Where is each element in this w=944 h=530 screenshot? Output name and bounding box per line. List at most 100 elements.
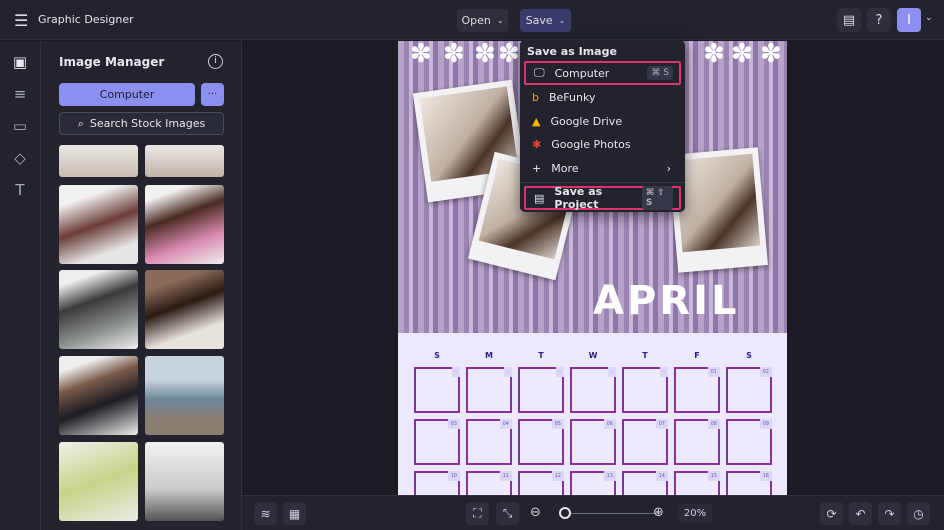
weekday-label: W (588, 351, 598, 360)
date-cell: 10 (414, 471, 460, 495)
date-cell: - (570, 367, 616, 413)
image-thumbnail[interactable] (59, 442, 138, 521)
upload-computer-button[interactable]: Computer (59, 83, 195, 106)
weekday-label: T (538, 351, 544, 360)
date-number: 05 (551, 419, 564, 429)
undo-icon[interactable]: ↶ (849, 502, 872, 525)
date-cell: 15 (674, 471, 720, 495)
date-cell: 13 (570, 471, 616, 495)
search-stock-button[interactable]: ⌕ Search Stock Images (59, 112, 224, 135)
date-number: - (452, 367, 460, 377)
panel-title: Image Manager (59, 55, 165, 69)
item-label: Google Drive (550, 114, 623, 128)
hamburger-icon[interactable]: ☰ (14, 11, 28, 30)
redo-icon[interactable]: ↷ (878, 502, 901, 525)
comment-icon[interactable]: ▤ (837, 8, 861, 32)
text-icon[interactable]: T (10, 181, 30, 201)
date-cell: 09 (726, 419, 772, 465)
help-icon[interactable]: ? (867, 8, 891, 32)
date-number: 04 (499, 419, 512, 429)
image-thumbnail[interactable] (145, 356, 224, 435)
star-icon: ✽ (443, 41, 465, 69)
adjust-icon[interactable]: ≡ (10, 85, 30, 105)
save-google-photos-item[interactable]: ✱ Google Photos (524, 132, 681, 156)
chevron-down-icon: ⌄ (558, 16, 566, 25)
date-number: 15 (707, 471, 720, 481)
monitor-icon: 🖵 (534, 66, 545, 79)
refresh-icon[interactable]: ⟳ (820, 502, 843, 525)
avatar[interactable]: I (897, 8, 921, 32)
save-computer-item[interactable]: 🖵 Computer ⌘ S (524, 61, 681, 85)
date-number: - (660, 367, 668, 377)
image-thumbnail[interactable] (59, 356, 138, 435)
zoom-slider-handle[interactable] (559, 507, 571, 519)
date-number: 01 (707, 367, 720, 377)
image-thumbnail[interactable] (145, 185, 224, 264)
date-number: 06 (603, 419, 616, 429)
image-icon[interactable]: ▣ (10, 53, 30, 73)
menu-heading: Save as Image (527, 45, 617, 58)
star-icon: ✽ (760, 41, 782, 69)
app-title: Graphic Designer (38, 13, 134, 26)
open-button[interactable]: Open ⌄ (457, 9, 508, 32)
date-cell: 04 (466, 419, 512, 465)
weekday-label: S (746, 351, 752, 360)
history-icon[interactable]: ◷ (907, 502, 930, 525)
zoom-in-icon[interactable]: ⊕ (653, 505, 664, 520)
more-item[interactable]: + More › (524, 156, 681, 180)
info-icon[interactable]: i (208, 54, 223, 69)
zoom-slider[interactable] (560, 513, 660, 514)
save-google-drive-item[interactable]: ▲ Google Drive (524, 109, 681, 133)
weekday-label: M (485, 351, 493, 360)
layout-icon[interactable]: ▭ (10, 117, 30, 137)
chevron-right-icon: › (666, 161, 671, 175)
date-cell: 01 (674, 367, 720, 413)
layers-icon[interactable]: ≋ (254, 502, 277, 525)
image-thumbnail[interactable] (145, 145, 224, 177)
save-button[interactable]: Save ⌄ (520, 9, 571, 32)
month-title: APRIL (593, 278, 740, 324)
save-as-project-item[interactable]: ▤ Save as Project ⌘ ⇧ S (524, 185, 681, 211)
zoom-level[interactable]: 20% (678, 504, 712, 523)
save-befunky-item[interactable]: b BeFunky (524, 85, 681, 109)
date-number: 03 (447, 419, 460, 429)
date-number: - (556, 367, 564, 377)
star-icon: ✽ (410, 41, 432, 69)
grid-icon[interactable]: ▦ (283, 502, 306, 525)
item-label: Google Photos (551, 137, 631, 151)
date-cell: - (466, 367, 512, 413)
date-cell: 12 (518, 471, 564, 495)
date-cell: 14 (622, 471, 668, 495)
item-label: More (551, 161, 579, 175)
more-options-button[interactable]: ··· (201, 83, 224, 106)
date-cell: 08 (674, 419, 720, 465)
chevron-down-icon: ⌄ (496, 16, 504, 25)
fit-screen-icon[interactable]: ⛶ (466, 502, 489, 525)
image-thumbnail[interactable] (59, 145, 138, 177)
zoom-out-icon[interactable]: ⊖ (530, 505, 541, 520)
date-cell: 07 (622, 419, 668, 465)
star-icon: ✽ (731, 41, 753, 69)
star-icon: ✽ (474, 41, 496, 69)
image-thumbnail[interactable] (59, 270, 138, 349)
befunky-icon: b (532, 90, 539, 104)
date-number: 14 (655, 471, 668, 481)
search-icon: ⌕ (77, 116, 84, 130)
image-thumbnail[interactable] (59, 185, 138, 264)
date-number: 07 (655, 419, 668, 429)
chevron-down-icon[interactable]: ⌄ (925, 13, 933, 23)
save-label: Save (525, 14, 553, 27)
image-thumbnail[interactable] (145, 442, 224, 521)
item-label: BeFunky (548, 90, 596, 104)
date-cell: 02 (726, 367, 772, 413)
image-thumbnail[interactable] (145, 270, 224, 349)
date-cell: 11 (466, 471, 512, 495)
shapes-icon[interactable]: ◇ (10, 149, 30, 169)
tool-rail: ▣ ≡ ▭ ◇ T (0, 41, 41, 530)
shortcut-badge: ⌘ S (647, 66, 673, 80)
date-number: 09 (759, 419, 772, 429)
date-number: 13 (603, 471, 616, 481)
date-cell: 06 (570, 419, 616, 465)
date-cell: - (414, 367, 460, 413)
shrink-icon[interactable]: ⤡ (496, 502, 519, 525)
